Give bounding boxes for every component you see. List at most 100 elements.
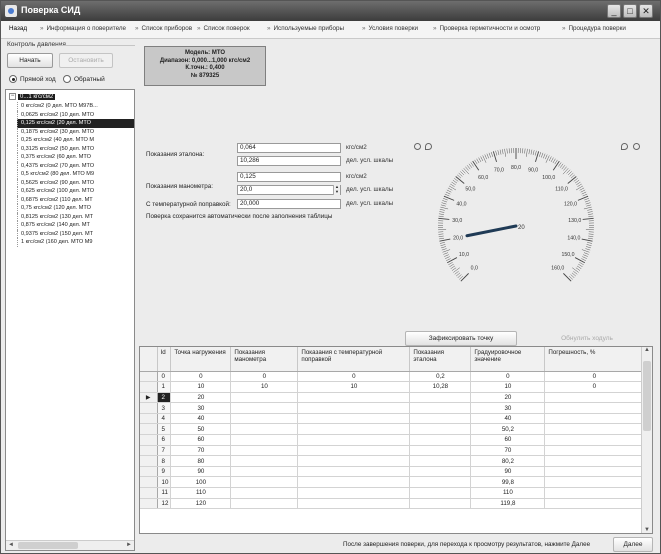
column-header[interactable]: Точка нагружения — [170, 347, 232, 372]
column-header[interactable]: Показания с температурной поправкой — [297, 347, 411, 372]
table-cell[interactable]: 50 — [170, 423, 232, 436]
table-cell[interactable] — [297, 455, 411, 467]
table-cell[interactable]: 5 — [157, 423, 172, 436]
table-cell[interactable]: 110 — [170, 487, 232, 499]
gauge-div-field[interactable]: 20,0 ▲ ▼ — [237, 184, 341, 195]
row-selector[interactable] — [140, 381, 158, 393]
scroll-right-icon[interactable]: ► — [124, 541, 134, 550]
table-cell[interactable]: 9 — [157, 466, 172, 478]
table-row[interactable]: 5 50 50,2 — [140, 423, 645, 436]
table-cell[interactable] — [409, 445, 472, 457]
back-step[interactable]: Назад — [9, 25, 27, 32]
table-cell[interactable] — [230, 434, 299, 446]
table-cell[interactable] — [297, 392, 411, 404]
table-cell[interactable]: 20 — [170, 392, 232, 404]
table-cell[interactable]: 0,2 — [409, 371, 472, 383]
table-cell[interactable] — [544, 434, 645, 446]
table-cell[interactable]: 30 — [470, 402, 546, 414]
table-row[interactable]: 12 120 119,8 — [140, 498, 645, 510]
table-cell[interactable] — [409, 455, 472, 467]
table-cell[interactable]: 80,2 — [470, 455, 546, 467]
table-cell[interactable] — [230, 423, 299, 436]
table-cell[interactable]: 10 — [170, 381, 232, 393]
row-selector[interactable] — [140, 434, 158, 446]
table-cell[interactable]: 110 — [470, 487, 546, 499]
table-row[interactable]: 0 0 0 0 0,2 0 0 — [140, 371, 645, 383]
table-cell[interactable] — [230, 455, 299, 467]
column-header[interactable]: Показания эталона — [409, 347, 472, 372]
table-cell[interactable]: 11 — [157, 487, 172, 499]
reference-value-field[interactable]: 0,064 — [237, 143, 341, 153]
step-conditions[interactable]: » Условия поверки — [362, 25, 418, 32]
table-cell[interactable] — [297, 434, 411, 446]
reset-button[interactable]: Обнулить ходуль — [531, 331, 643, 346]
table-cell[interactable]: 40 — [170, 413, 232, 425]
tree-root[interactable]: − 0...1 кгс/см2 — [9, 93, 56, 100]
table-cell[interactable] — [409, 423, 472, 436]
tree-item[interactable]: 0,5 кгс/см2 (80 дел. МТО М9 — [17, 170, 134, 179]
table-cell[interactable] — [409, 476, 472, 489]
table-cell[interactable]: 60 — [470, 434, 546, 446]
column-header[interactable]: Градуировочное значение — [470, 347, 546, 372]
table-cell[interactable]: 119,8 — [470, 498, 546, 510]
table-cell[interactable]: 1 — [157, 381, 172, 393]
table-cell[interactable]: 99,8 — [470, 476, 546, 489]
tree-item[interactable]: 0,6875 кгс/см2 (110 дел. МТ — [17, 195, 134, 204]
table-cell[interactable] — [544, 392, 645, 404]
tree-item[interactable]: 0,1875 кгс/см2 (30 дел. МТО — [17, 127, 134, 136]
table-cell[interactable]: 10 — [470, 381, 546, 393]
table-cell[interactable] — [297, 413, 411, 425]
table-cell[interactable] — [544, 476, 645, 489]
step-used-devices[interactable]: » Используемые приборы — [267, 25, 344, 32]
table-cell[interactable] — [230, 402, 299, 414]
table-cell[interactable]: 60 — [170, 434, 232, 446]
table-cell[interactable]: 120 — [170, 498, 232, 510]
forward-radio-dot[interactable] — [9, 75, 17, 83]
table-cell[interactable] — [230, 445, 299, 457]
tree-item[interactable]: 0,8125 кгс/см2 (130 дел. МТ — [17, 212, 134, 221]
fix-point-button[interactable]: Зафиксировать точку — [405, 331, 517, 346]
table-cell[interactable] — [297, 445, 411, 457]
close-button[interactable]: ✕ — [639, 4, 653, 18]
table-cell[interactable] — [409, 413, 472, 425]
tree-root-label[interactable]: 0...1 кгс/см2 — [18, 93, 56, 100]
column-header[interactable]: Id — [157, 347, 172, 372]
grid-vertical-scrollbar[interactable]: ▲ ▼ — [641, 347, 652, 533]
table-cell[interactable] — [297, 423, 411, 436]
tree-item[interactable]: 0,125 кгс/см2 (20 дел. МТО — [17, 119, 134, 128]
table-cell[interactable] — [230, 476, 299, 489]
table-cell[interactable]: 6 — [157, 434, 172, 446]
stop-button[interactable]: Остановить — [59, 53, 113, 68]
row-selector[interactable] — [140, 487, 158, 499]
table-cell[interactable]: 90 — [170, 466, 232, 478]
table-cell[interactable] — [544, 413, 645, 425]
table-cell[interactable] — [230, 487, 299, 499]
table-cell[interactable] — [297, 476, 411, 489]
tree-item[interactable]: 0,4375 кгс/см2 (70 дел. МТО — [17, 161, 134, 170]
tree-item[interactable]: 0,875 кгс/см2 (140 дел. МТ — [17, 221, 134, 230]
table-cell[interactable]: 20 — [470, 392, 546, 404]
scroll-left-icon[interactable]: ◄ — [6, 541, 16, 550]
reference-div-field[interactable]: 10,286 — [237, 156, 341, 166]
table-cell[interactable] — [409, 466, 472, 478]
stepper-icon[interactable]: ▲ ▼ — [333, 184, 340, 195]
step-device-list[interactable]: » Список приборов — [135, 25, 192, 32]
tree-item[interactable]: 0,5625 кгс/см2 (90 дел. МТО — [17, 178, 134, 187]
table-cell[interactable] — [297, 402, 411, 414]
table-row[interactable]: 8 80 80,2 — [140, 455, 645, 467]
collapse-icon[interactable]: − — [9, 93, 16, 100]
tree-item[interactable]: 0,0625 кгс/см2 (10 дел. МТО — [17, 110, 134, 119]
zoom-in-icon[interactable] — [425, 143, 432, 150]
reverse-radio[interactable]: Обратный — [63, 75, 105, 83]
row-selector[interactable] — [140, 498, 158, 510]
table-cell[interactable] — [544, 455, 645, 467]
table-cell[interactable] — [409, 392, 472, 404]
table-cell[interactable]: 10 — [230, 381, 299, 393]
table-row[interactable]: 6 60 60 — [140, 434, 645, 446]
table-cell[interactable]: 7 — [157, 445, 172, 457]
maximize-button[interactable]: □ — [623, 4, 637, 18]
table-row[interactable]: 7 70 70 — [140, 445, 645, 457]
tree-item[interactable]: 0,625 кгс/см2 (100 дел. МТО — [17, 187, 134, 196]
table-cell[interactable]: 100 — [170, 476, 232, 489]
column-header[interactable]: Погрешность, % — [544, 347, 645, 372]
